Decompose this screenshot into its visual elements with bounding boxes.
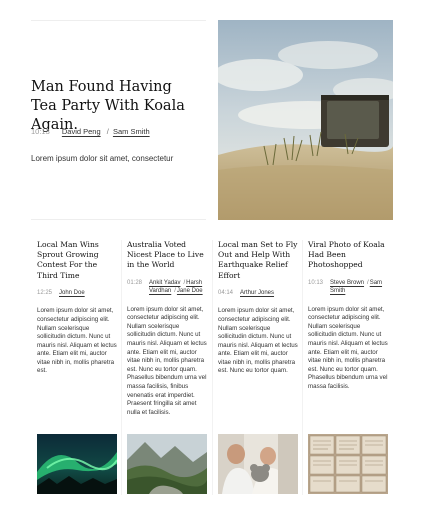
book-image[interactable] <box>308 434 388 494</box>
author-link[interactable]: Jane Doe <box>177 288 203 294</box>
article-excerpt: Lorem ipsum dolor sit amet, consectetur … <box>308 305 388 390</box>
article-meta: 12:25 John Doe <box>37 289 119 298</box>
article-excerpt: Lorem ipsum dolor sit amet, consectetur … <box>218 307 298 375</box>
aurora-image[interactable] <box>37 434 117 494</box>
article-title[interactable]: Viral Photo of Koala Had Been Photoshopp… <box>308 240 390 271</box>
article-meta: 01:28 Ankit Yadav/Harsh Vardhan/Jane Doe <box>127 279 209 296</box>
featured-author-link[interactable]: Sam Smith <box>113 127 150 136</box>
author-link[interactable]: Ankit Yadav <box>149 280 180 286</box>
author-separator: / <box>106 127 109 136</box>
article-title[interactable]: Local man Set to Fly Out and Help With E… <box>218 240 300 281</box>
featured-author-link[interactable]: David Peng <box>62 127 101 136</box>
featured-divider-top <box>31 20 206 21</box>
column-divider <box>121 240 122 495</box>
article-card: Local Man Wins Sprout Growing Contest Fo… <box>37 240 119 376</box>
article-excerpt: Lorem ipsum dolor sit amet, consectetur … <box>37 307 117 375</box>
article-excerpt: Lorem ipsum dolor sit amet, consectetur … <box>127 305 207 416</box>
featured-divider-bottom <box>31 219 206 220</box>
article-card: Local man Set to Fly Out and Help With E… <box>218 240 300 376</box>
article-meta: 04:14 Arthur Jones <box>218 289 300 298</box>
featured-excerpt: Lorem ipsum dolor sit amet, consectetur <box>31 154 174 163</box>
article-title[interactable]: Australia Voted Nicest Place to Live in … <box>127 240 209 271</box>
mountain-image[interactable] <box>127 434 207 494</box>
author-link[interactable]: Steve Brown <box>330 280 364 286</box>
author-separator: / <box>367 279 369 286</box>
article-meta: 10:13 Steve Brown/Sam Smith <box>308 279 390 296</box>
featured-image[interactable] <box>218 20 393 220</box>
article-card: Australia Voted Nicest Place to Live in … <box>127 240 209 417</box>
article-time: 01:28 <box>127 279 143 286</box>
author-separator: / <box>174 288 176 295</box>
article-card: Viral Photo of Koala Had Been Photoshopp… <box>308 240 390 392</box>
featured-time: 10:13 <box>31 127 50 136</box>
author-link[interactable]: John Doe <box>59 290 85 296</box>
article-authors: Steve Brown/Sam Smith <box>330 279 390 296</box>
column-divider <box>212 240 213 495</box>
koala-image[interactable] <box>218 434 298 494</box>
article-title[interactable]: Local Man Wins Sprout Growing Contest Fo… <box>37 240 119 281</box>
author-separator: / <box>183 279 186 286</box>
article-authors: Arthur Jones <box>240 289 274 298</box>
featured-meta: 10:13 David Peng / Sam Smith <box>31 127 150 136</box>
column-divider <box>302 240 303 495</box>
article-time: 12:25 <box>37 289 53 296</box>
article-authors: Ankit Yadav/Harsh Vardhan/Jane Doe <box>149 279 209 296</box>
author-link[interactable]: Arthur Jones <box>240 290 274 296</box>
article-time: 04:14 <box>218 289 234 296</box>
article-authors: John Doe <box>59 289 85 298</box>
article-time: 10:13 <box>308 279 324 286</box>
